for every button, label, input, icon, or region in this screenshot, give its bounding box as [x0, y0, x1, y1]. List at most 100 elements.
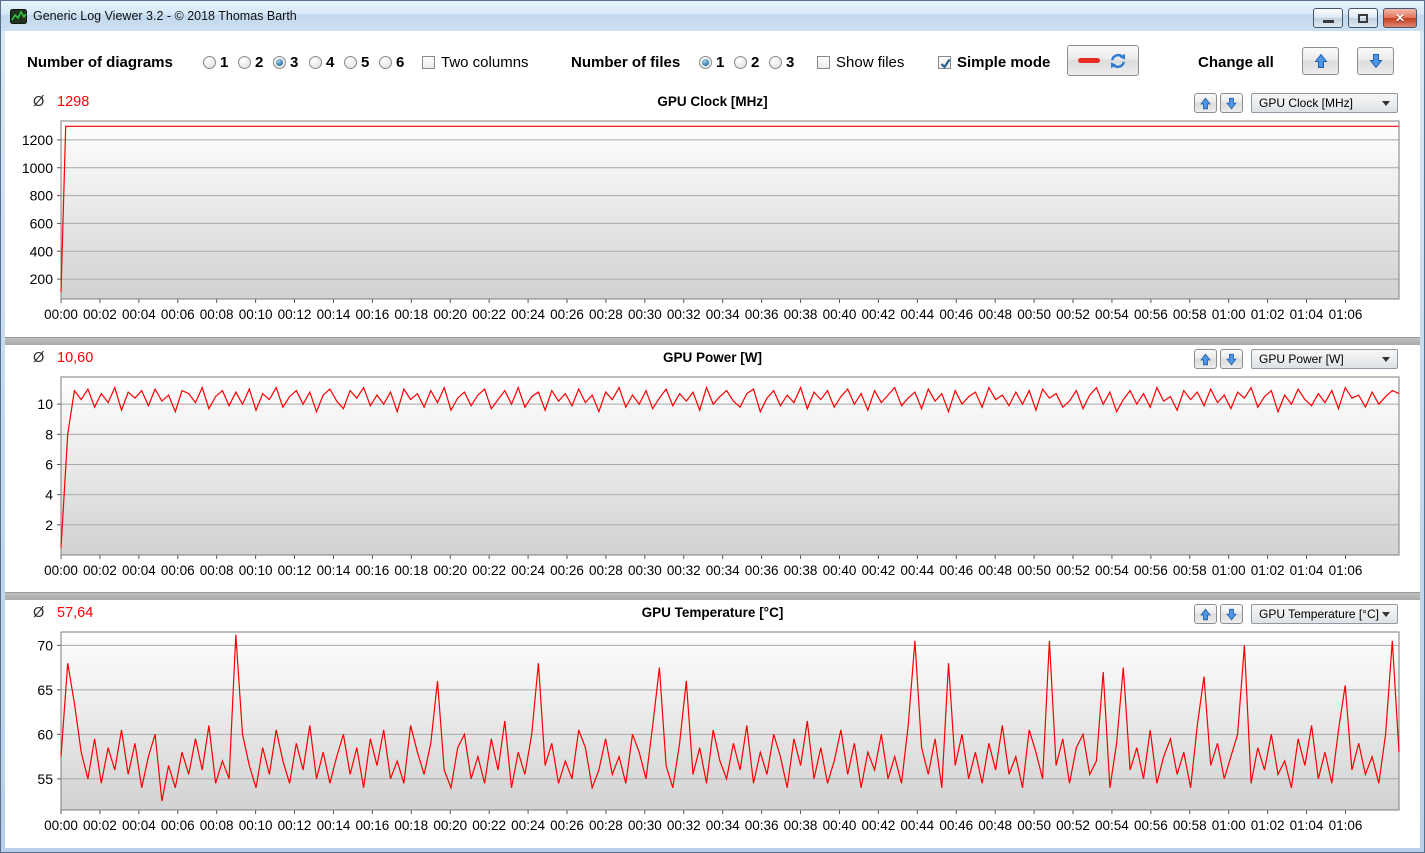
svg-text:00:20: 00:20: [433, 307, 467, 322]
svg-text:00:42: 00:42: [861, 307, 895, 322]
refresh-icon: [1110, 53, 1126, 68]
diagrams-radio-5[interactable]: [344, 56, 357, 69]
svg-text:00:16: 00:16: [355, 818, 389, 833]
svg-text:00:08: 00:08: [200, 307, 234, 322]
diagrams-radio-5-label[interactable]: 5: [361, 54, 369, 71]
minimize-icon: [1322, 20, 1334, 23]
chart-metric-select[interactable]: GPU Power [W]: [1251, 349, 1398, 369]
files-radio-1-label[interactable]: 1: [716, 54, 724, 71]
change-all-down-button[interactable]: [1357, 47, 1394, 75]
svg-text:01:00: 01:00: [1212, 307, 1246, 322]
move-chart-down-button[interactable]: [1220, 604, 1243, 624]
svg-text:00:42: 00:42: [861, 818, 895, 833]
svg-text:00:40: 00:40: [823, 307, 857, 322]
svg-text:00:36: 00:36: [745, 307, 779, 322]
arrow-up-icon: [1200, 97, 1211, 109]
check-icon: [940, 58, 951, 69]
svg-text:65: 65: [37, 682, 53, 698]
two-columns-label[interactable]: Two columns: [441, 54, 529, 71]
svg-text:400: 400: [30, 243, 54, 259]
files-radio-2-label[interactable]: 2: [751, 54, 759, 71]
svg-text:00:04: 00:04: [122, 818, 156, 833]
svg-text:200: 200: [30, 271, 54, 287]
chevron-down-icon: [1382, 611, 1390, 617]
svg-text:00:10: 00:10: [239, 307, 273, 322]
svg-text:00:18: 00:18: [394, 307, 428, 322]
svg-text:00:46: 00:46: [939, 563, 973, 578]
refresh-button[interactable]: [1067, 45, 1139, 76]
move-chart-up-button[interactable]: [1194, 93, 1217, 113]
svg-text:00:32: 00:32: [667, 563, 701, 578]
files-radio-1[interactable]: [699, 56, 712, 69]
change-all-label: Change all: [1198, 54, 1274, 71]
close-button[interactable]: ✕: [1383, 8, 1417, 28]
panel-separator: [5, 337, 1420, 345]
diagrams-radio-2[interactable]: [238, 56, 251, 69]
move-chart-up-button[interactable]: [1194, 604, 1217, 624]
svg-text:00:12: 00:12: [278, 818, 312, 833]
svg-text:00:50: 00:50: [1017, 818, 1051, 833]
files-radio-2[interactable]: [734, 56, 747, 69]
move-chart-up-button[interactable]: [1194, 349, 1217, 369]
chart-metric-value: GPU Temperature [°C]: [1259, 607, 1379, 621]
svg-text:2: 2: [45, 517, 53, 533]
files-label: Number of files: [571, 54, 681, 71]
line-style-icon: [1078, 58, 1100, 63]
diagrams-radio-2-label[interactable]: 2: [255, 54, 263, 71]
svg-text:00:56: 00:56: [1134, 818, 1168, 833]
two-columns-checkbox[interactable]: [422, 56, 435, 69]
svg-text:00:10: 00:10: [239, 563, 273, 578]
close-icon: ✕: [1394, 11, 1406, 25]
simple-mode-label[interactable]: Simple mode: [957, 54, 1050, 71]
diagrams-radio-3-label[interactable]: 3: [290, 54, 298, 71]
chart-metric-select[interactable]: GPU Clock [MHz]: [1251, 93, 1398, 113]
diagrams-radio-4-label[interactable]: 4: [326, 54, 334, 71]
show-files-checkbox[interactable]: [817, 56, 830, 69]
svg-text:00:08: 00:08: [200, 563, 234, 578]
svg-text:00:36: 00:36: [745, 818, 779, 833]
change-all-up-button[interactable]: [1302, 47, 1339, 75]
files-radio-3-label[interactable]: 3: [786, 54, 794, 71]
move-chart-down-button[interactable]: [1220, 349, 1243, 369]
chevron-down-icon: [1382, 100, 1390, 106]
simple-mode-checkbox[interactable]: [938, 56, 951, 69]
svg-text:00:14: 00:14: [317, 307, 351, 322]
window-title: Generic Log Viewer 3.2 - © 2018 Thomas B…: [33, 9, 297, 23]
svg-text:00:58: 00:58: [1173, 307, 1207, 322]
titlebar[interactable]: Generic Log Viewer 3.2 - © 2018 Thomas B…: [1, 1, 1424, 31]
svg-text:6: 6: [45, 456, 53, 472]
diagrams-label: Number of diagrams: [27, 54, 173, 71]
show-files-label[interactable]: Show files: [836, 54, 904, 71]
diagrams-radio-3[interactable]: [273, 56, 286, 69]
svg-text:01:06: 01:06: [1329, 818, 1363, 833]
diagrams-radio-4[interactable]: [309, 56, 322, 69]
diagrams-radio-1-label[interactable]: 1: [220, 54, 228, 71]
svg-text:00:30: 00:30: [628, 563, 662, 578]
chart-metric-select[interactable]: GPU Temperature [°C]: [1251, 604, 1398, 624]
diagrams-radio-6[interactable]: [379, 56, 392, 69]
minimize-button[interactable]: [1313, 8, 1343, 28]
app-window: Generic Log Viewer 3.2 - © 2018 Thomas B…: [0, 0, 1425, 853]
arrow-down-icon: [1368, 54, 1383, 69]
maximize-button[interactable]: [1348, 8, 1378, 28]
files-radio-3[interactable]: [769, 56, 782, 69]
chart-metric-value: GPU Clock [MHz]: [1259, 96, 1354, 110]
svg-text:00:30: 00:30: [628, 818, 662, 833]
arrow-up-icon: [1313, 53, 1328, 68]
chart-panel-gpu-temperature: Ø 57,64 GPU Temperature [°C] GPU Tempera…: [5, 600, 1420, 846]
svg-text:00:28: 00:28: [589, 563, 623, 578]
toolbar: Number of diagrams 1 2 3 4 5 6 Two colum…: [5, 31, 1420, 88]
svg-text:01:04: 01:04: [1290, 563, 1324, 578]
app-icon: [10, 9, 27, 24]
svg-text:00:32: 00:32: [667, 818, 701, 833]
move-chart-down-button[interactable]: [1220, 93, 1243, 113]
client-area: Number of diagrams 1 2 3 4 5 6 Two colum…: [5, 31, 1420, 848]
svg-text:00:54: 00:54: [1095, 563, 1129, 578]
svg-text:00:18: 00:18: [394, 563, 428, 578]
svg-text:00:26: 00:26: [550, 307, 584, 322]
diagrams-radio-6-label[interactable]: 6: [396, 54, 404, 71]
maximize-icon: [1358, 13, 1368, 23]
diagrams-radio-1[interactable]: [203, 56, 216, 69]
svg-text:00:22: 00:22: [472, 307, 506, 322]
svg-text:00:00: 00:00: [44, 307, 78, 322]
